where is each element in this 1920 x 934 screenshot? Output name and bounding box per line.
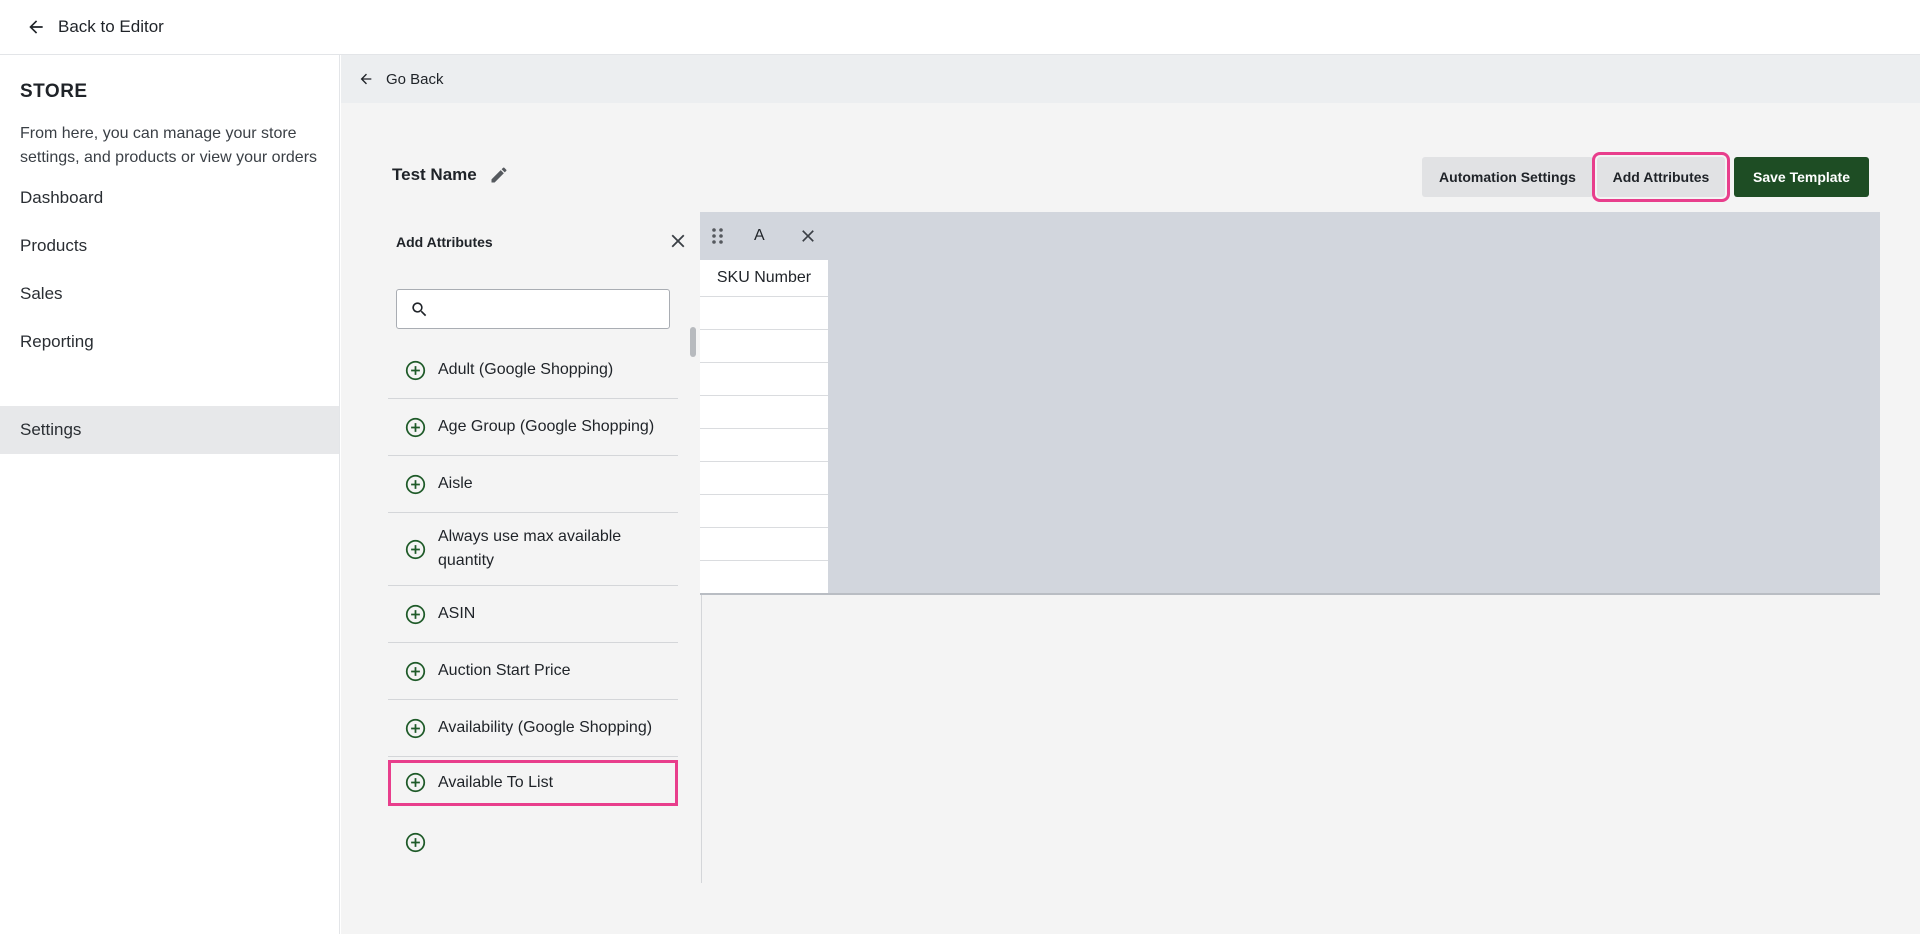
- grid-cell[interactable]: [700, 330, 828, 363]
- list-item[interactable]: Aisle: [388, 456, 678, 513]
- search-icon: [412, 302, 427, 317]
- go-back-link[interactable]: Go Back: [341, 55, 1920, 103]
- pencil-icon[interactable]: [489, 165, 509, 185]
- plus-circle-icon: [405, 474, 426, 494]
- list-item-partial[interactable]: [388, 814, 678, 871]
- list-item-highlighted[interactable]: Available To List: [388, 760, 678, 806]
- sidebar-item-reporting[interactable]: Reporting: [0, 318, 339, 366]
- attribute-label: Available To List: [438, 773, 554, 791]
- grid-column-a: A SKU Number: [700, 212, 828, 593]
- save-template-button[interactable]: Save Template: [1734, 157, 1869, 197]
- grid-cell[interactable]: [700, 561, 828, 593]
- back-to-editor-label: Back to Editor: [58, 17, 164, 36]
- attribute-label: Adult (Google Shopping): [438, 361, 614, 378]
- list-item[interactable]: Age Group (Google Shopping): [388, 399, 678, 456]
- top-bar: Back to Editor: [0, 0, 1920, 55]
- arrow-left-icon: [360, 73, 372, 85]
- plus-circle-icon: [405, 539, 426, 559]
- plus-circle-icon: [405, 360, 426, 380]
- sidebar-item-settings[interactable]: Settings: [0, 406, 339, 454]
- grid-cell[interactable]: [700, 429, 828, 462]
- add-attributes-panel: Add Attributes Adult (Google Shopping) A…: [380, 212, 702, 882]
- panel-scrollbar-thumb[interactable]: [690, 327, 696, 357]
- list-item[interactable]: Always use max available quantity: [388, 513, 678, 586]
- sidebar: STORE From here, you can manage your sto…: [0, 55, 340, 934]
- plus-circle-icon: [405, 832, 426, 853]
- attribute-search: [396, 289, 670, 329]
- drag-handle-icon[interactable]: [710, 227, 726, 245]
- attribute-list: Adult (Google Shopping) Age Group (Googl…: [380, 342, 680, 872]
- grid-cell[interactable]: [700, 396, 828, 429]
- grid-cell[interactable]: [700, 528, 828, 561]
- sidebar-item-label: Dashboard: [20, 188, 104, 207]
- attribute-label: Auction Start Price: [438, 662, 571, 679]
- list-item[interactable]: Auction Start Price: [388, 643, 678, 700]
- grid-cell[interactable]: [700, 495, 828, 528]
- list-item[interactable]: Availability (Google Shopping): [388, 700, 678, 757]
- grid-cell[interactable]: [700, 297, 828, 330]
- plus-circle-icon: [405, 417, 426, 437]
- grid-cell[interactable]: [700, 462, 828, 495]
- attribute-label: Availability (Google Shopping): [438, 719, 653, 736]
- grid-cell[interactable]: [700, 363, 828, 396]
- add-attributes-button[interactable]: Add Attributes: [1592, 152, 1730, 202]
- attribute-label: Age Group (Google Shopping): [438, 418, 655, 435]
- sidebar-item-label: Products: [20, 236, 88, 255]
- column-letter: A: [754, 227, 765, 244]
- go-back-label: Go Back: [386, 70, 444, 88]
- main-content: Go Back Test Name Automation Settings Ad…: [341, 55, 1920, 934]
- plus-circle-icon: [405, 772, 426, 793]
- sidebar-description: From here, you can manage your store set…: [20, 125, 318, 166]
- template-name: Test Name: [392, 165, 509, 185]
- panel-title: Add Attributes: [396, 234, 493, 250]
- plus-circle-icon: [405, 661, 426, 681]
- automation-settings-button[interactable]: Automation Settings: [1422, 157, 1593, 197]
- plus-circle-icon: [405, 718, 426, 738]
- attribute-label: Always use max available quantity: [438, 528, 622, 569]
- back-to-editor-link[interactable]: Back to Editor: [26, 17, 164, 37]
- sidebar-item-products[interactable]: Products: [0, 222, 339, 270]
- sidebar-title: STORE: [20, 81, 88, 102]
- close-icon[interactable]: [667, 230, 689, 252]
- attribute-search-input[interactable]: [439, 296, 661, 322]
- attribute-label: Aisle: [438, 475, 473, 492]
- sidebar-item-sales[interactable]: Sales: [0, 270, 339, 318]
- sidebar-item-label: Reporting: [20, 332, 94, 351]
- column-header-cell[interactable]: SKU Number: [700, 260, 828, 297]
- sidebar-item-dashboard[interactable]: Dashboard: [0, 174, 339, 222]
- list-item[interactable]: ASIN: [388, 586, 678, 643]
- sidebar-item-label: Settings: [20, 420, 82, 439]
- column-header: A: [700, 212, 828, 260]
- sidebar-item-label: Sales: [20, 284, 63, 303]
- close-icon[interactable]: [798, 226, 818, 246]
- template-grid: A SKU Number: [700, 212, 1880, 595]
- template-name-text: Test Name: [392, 165, 477, 184]
- list-item[interactable]: Adult (Google Shopping): [388, 342, 678, 399]
- attribute-label: ASIN: [438, 605, 476, 622]
- plus-circle-icon: [405, 604, 426, 624]
- arrow-left-icon: [29, 20, 43, 34]
